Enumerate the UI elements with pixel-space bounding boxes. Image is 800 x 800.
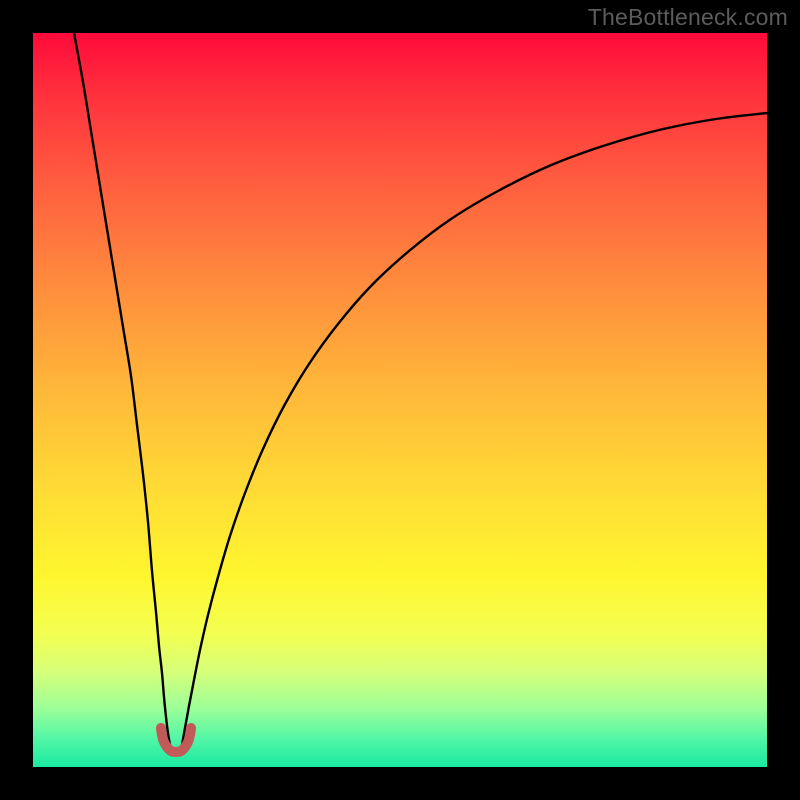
chart-frame: TheBottleneck.com (0, 0, 800, 800)
curve-right-branch (182, 113, 767, 745)
plot-area (33, 33, 767, 767)
watermark-text: TheBottleneck.com (588, 4, 788, 31)
curve-left-branch (74, 33, 170, 745)
curve-bottom-hook (161, 728, 191, 752)
curve-layer (33, 33, 767, 767)
